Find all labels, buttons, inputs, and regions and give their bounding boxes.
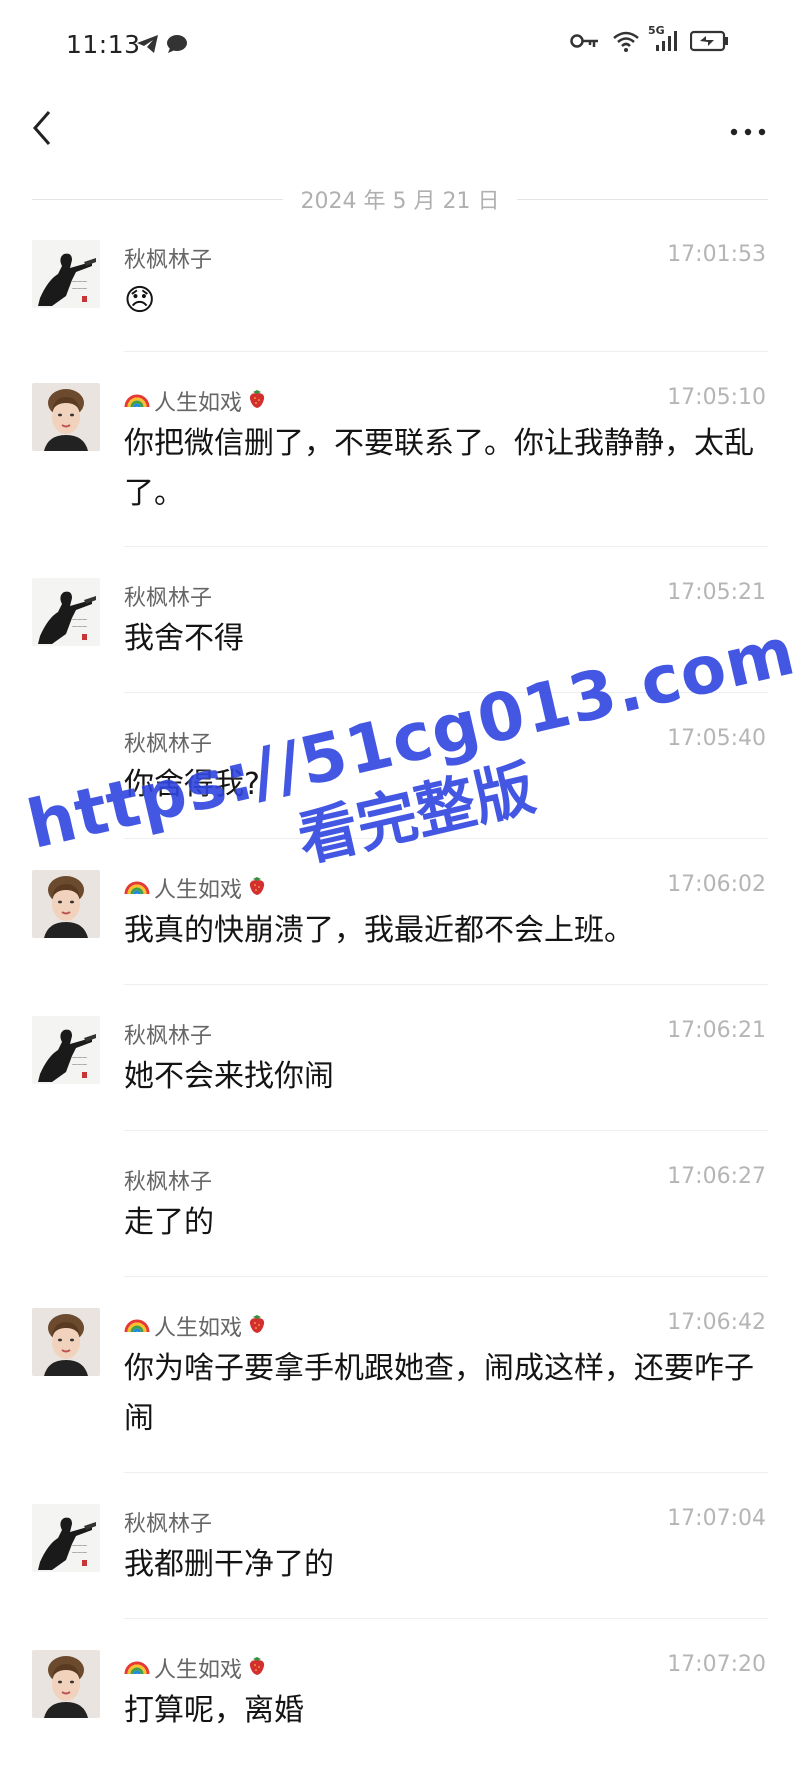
telegram-icon bbox=[136, 34, 160, 58]
message-text: 你舍得我? bbox=[124, 767, 260, 802]
sender-name: 人生如戏 bbox=[124, 1310, 268, 1342]
nav-bar bbox=[0, 92, 800, 172]
sender-name: 秋枫林子 bbox=[124, 580, 212, 612]
sender-name: 人生如戏 bbox=[124, 385, 268, 417]
date-divider: 2024 年 5 月 21 日 bbox=[32, 186, 769, 214]
network-type-label: 5G bbox=[648, 24, 665, 37]
message-separator bbox=[124, 1618, 768, 1619]
avatar[interactable] bbox=[32, 1016, 100, 1084]
strawberry-emoji-icon bbox=[246, 1312, 268, 1340]
message-timestamp: 17:05:10 bbox=[667, 385, 766, 410]
vpn-key-icon bbox=[570, 32, 600, 54]
avatar[interactable] bbox=[32, 1650, 100, 1718]
sender-name: 秋枫林子 bbox=[124, 242, 212, 274]
wifi-icon bbox=[612, 30, 640, 56]
rainbow-emoji-icon bbox=[124, 387, 150, 415]
sender-name-text: 人生如戏 bbox=[154, 391, 243, 416]
message-text: 😞 bbox=[124, 283, 156, 318]
divider-line bbox=[32, 198, 283, 200]
watermark: https://51cg013.com 看完整版 bbox=[20, 612, 800, 1042]
back-button[interactable] bbox=[22, 106, 62, 154]
avatar[interactable] bbox=[32, 383, 100, 451]
strawberry-emoji-icon bbox=[246, 387, 268, 415]
sender-name: 秋枫林子 bbox=[124, 726, 212, 758]
avatar[interactable] bbox=[32, 870, 100, 938]
message-timestamp: 17:05:21 bbox=[667, 580, 766, 605]
strawberry-emoji-icon bbox=[246, 874, 268, 902]
message-separator bbox=[124, 692, 768, 693]
message-separator bbox=[124, 1472, 768, 1473]
message-text: 我都删干净了的 bbox=[124, 1547, 334, 1582]
sender-name-text: 秋枫林子 bbox=[124, 1512, 213, 1537]
status-bar: 11:13 5G bbox=[0, 0, 800, 92]
sender-name-text: 秋枫林子 bbox=[124, 732, 213, 757]
rainbow-emoji-icon bbox=[124, 1654, 150, 1682]
status-time: 11:13 bbox=[66, 30, 141, 59]
message-timestamp: 17:06:02 bbox=[667, 872, 766, 897]
avatar[interactable] bbox=[32, 1308, 100, 1376]
message-text: 走了的 bbox=[124, 1205, 214, 1240]
message-timestamp: 17:06:42 bbox=[667, 1310, 766, 1335]
message-text: 你把微信删了，不要联系了。你让我静静，太乱了。 bbox=[124, 426, 754, 511]
avatar[interactable] bbox=[32, 578, 100, 646]
strawberry-emoji-icon bbox=[246, 1654, 268, 1682]
battery-icon bbox=[689, 30, 730, 56]
message-timestamp: 17:07:20 bbox=[667, 1652, 766, 1677]
message-separator bbox=[124, 1130, 768, 1131]
message-separator bbox=[124, 838, 768, 839]
divider-line bbox=[517, 198, 769, 200]
date-label: 2024 年 5 月 21 日 bbox=[300, 189, 500, 214]
sender-name: 秋枫林子 bbox=[124, 1164, 212, 1196]
sender-name-text: 人生如戏 bbox=[154, 1658, 243, 1683]
message-timestamp: 17:01:53 bbox=[667, 242, 766, 267]
rainbow-emoji-icon bbox=[124, 1312, 150, 1340]
more-button[interactable] bbox=[718, 106, 778, 154]
sender-name-text: 人生如戏 bbox=[154, 878, 243, 903]
message-text: 你为啥子要拿手机跟她查，闹成这样，还要咋子闹 bbox=[124, 1351, 754, 1436]
sender-name: 秋枫林子 bbox=[124, 1018, 212, 1050]
message-text: 我真的快崩溃了，我最近都不会上班。 bbox=[124, 913, 634, 948]
signal-icon: 5G bbox=[648, 24, 678, 56]
message-separator bbox=[124, 1276, 768, 1277]
message-separator bbox=[124, 546, 768, 547]
sender-name: 人生如戏 bbox=[124, 872, 268, 904]
sender-name-text: 秋枫林子 bbox=[124, 1024, 213, 1049]
sender-name-text: 人生如戏 bbox=[154, 1316, 243, 1341]
rainbow-emoji-icon bbox=[124, 874, 150, 902]
more-dots-icon bbox=[730, 121, 766, 140]
sender-name-text: 秋枫林子 bbox=[124, 586, 213, 611]
sender-name: 人生如戏 bbox=[124, 1652, 268, 1684]
sender-name-text: 秋枫林子 bbox=[124, 1170, 213, 1195]
chevron-left-icon bbox=[31, 110, 53, 150]
message-timestamp: 17:07:04 bbox=[667, 1506, 766, 1531]
message-text: 打算呢，离婚 bbox=[124, 1693, 304, 1728]
chat-bubble-icon bbox=[166, 34, 188, 58]
sender-name: 秋枫林子 bbox=[124, 1506, 212, 1538]
message-timestamp: 17:06:21 bbox=[667, 1018, 766, 1043]
message-separator bbox=[124, 984, 768, 985]
avatar[interactable] bbox=[32, 240, 100, 308]
message-text: 我舍不得 bbox=[124, 621, 244, 656]
message-text: 她不会来找你闹 bbox=[124, 1059, 334, 1094]
message-timestamp: 17:05:40 bbox=[667, 726, 766, 751]
sender-name-text: 秋枫林子 bbox=[124, 248, 213, 273]
message-timestamp: 17:06:27 bbox=[667, 1164, 766, 1189]
message-separator bbox=[124, 351, 768, 352]
avatar[interactable] bbox=[32, 1504, 100, 1572]
